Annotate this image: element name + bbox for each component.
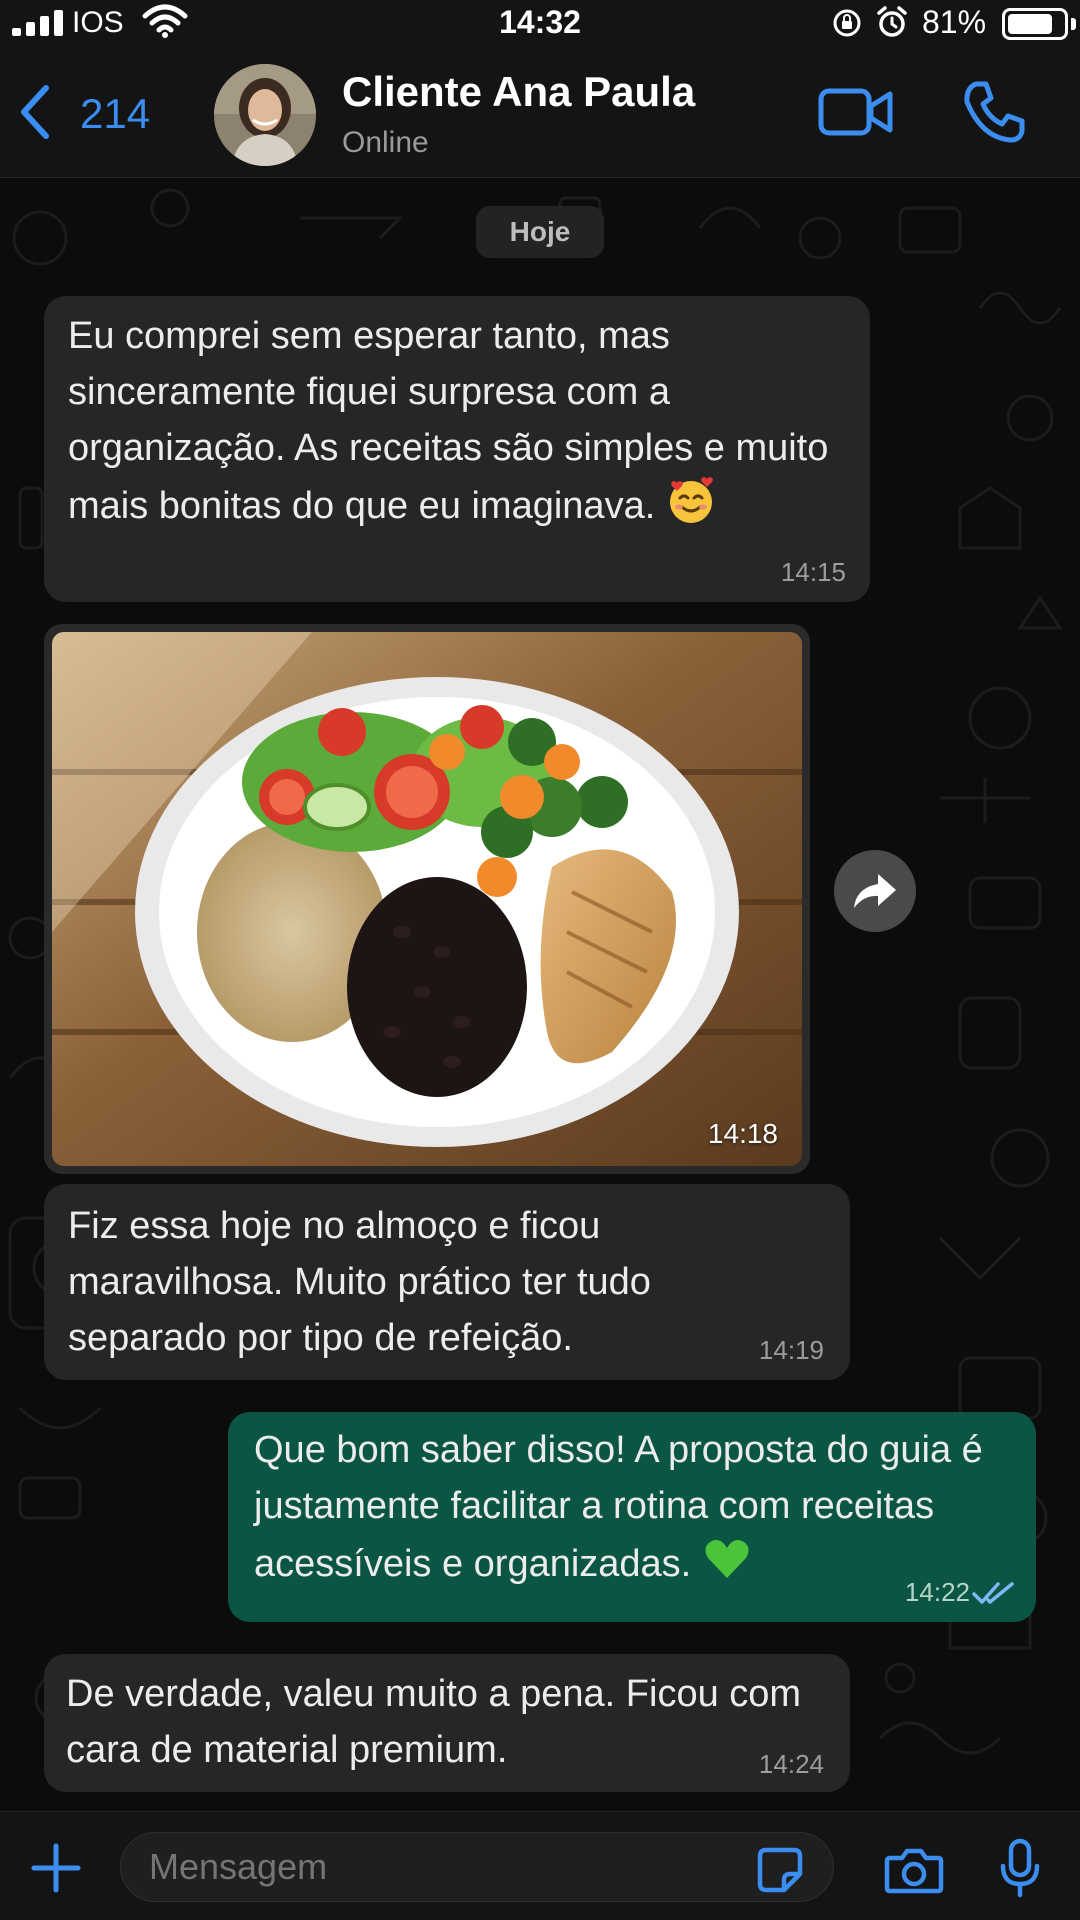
incoming-message[interactable]: De verdade, valeu muito a pena. Ficou co… [44,1654,850,1792]
contact-status: Online [342,126,429,159]
message-time: 14:15 [780,557,846,587]
orientation-lock-icon [833,9,861,37]
microphone-icon[interactable] [998,1838,1042,1898]
alarm-icon [877,6,907,37]
incoming-message[interactable]: Eu comprei sem esperar tanto, mas sincer… [44,296,870,602]
forward-button[interactable] [834,850,916,932]
message-time: 14:19 [758,1335,824,1365]
chat-area[interactable]: Hoje Eu comprei sem esperar tanto, mas s… [0,178,1080,1811]
message-time: 14:24 [758,1749,824,1779]
battery-fill [1008,14,1052,34]
incoming-message[interactable]: Fiz essa hoje no almoço e ficou maravilh… [44,1184,850,1380]
forward-icon [854,874,896,908]
image-message[interactable]: 14:18 [44,624,810,1174]
message-text: Eu comprei sem esperar tanto, mas sincer… [68,308,858,534]
camera-icon[interactable] [884,1846,944,1894]
food-photo[interactable]: 14:18 [52,632,802,1166]
battery-nub [1071,18,1076,30]
back-unread-count[interactable]: 214 [80,90,150,138]
status-bar: IOS 14:32 81% [0,0,1080,46]
message-text: De verdade, valeu muito a pena. Ficou co… [66,1673,802,1771]
chat-header: 214 Cliente Ana Paula Online [0,46,1080,178]
date-chip: Hoje [476,206,604,258]
message-text: Fiz essa hoje no almoço e ficou maravilh… [68,1205,651,1359]
battery-percent: 81% [922,4,987,40]
plus-icon[interactable] [30,1842,82,1894]
contact-name[interactable]: Cliente Ana Paula [342,68,695,116]
phone-call-icon[interactable] [962,80,1026,144]
message-text: Que bom saber disso! A proposta do guia … [254,1422,1014,1592]
video-call-icon[interactable] [818,86,894,138]
battery-icon [1002,8,1068,40]
back-chevron-icon[interactable] [16,82,56,142]
message-body: Que bom saber disso! A proposta do guia … [254,1429,983,1585]
composer-bar [0,1811,1080,1920]
message-time: 14:22 [904,1577,970,1607]
avatar[interactable] [214,64,316,166]
message-time: 14:18 [707,1118,778,1149]
clock: 14:32 [499,4,581,40]
sticker-icon[interactable] [756,1846,804,1894]
outgoing-message[interactable]: Que bom saber disso! A proposta do guia … [228,1412,1036,1622]
smiling-face-with-hearts-icon [669,477,713,523]
message-input[interactable] [120,1832,834,1902]
double-check-icon [972,1582,1014,1604]
green-heart-icon [705,1540,749,1578]
